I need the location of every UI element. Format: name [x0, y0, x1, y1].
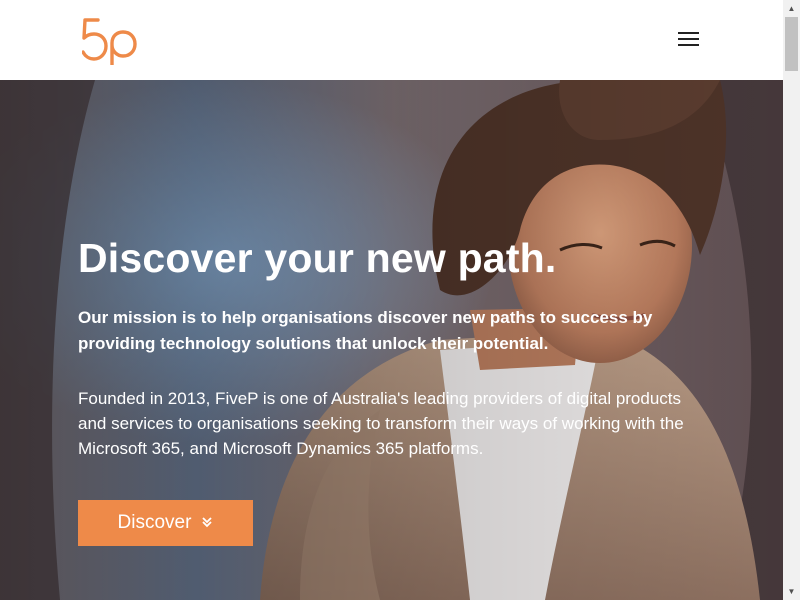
hamburger-menu-icon[interactable] [678, 31, 700, 47]
menu-bar-bottom [678, 44, 699, 46]
mission-statement: Our mission is to help organisations dis… [78, 308, 653, 353]
company-description: Founded in 2013, FiveP is one of Austral… [78, 389, 684, 458]
menu-bar-middle [678, 38, 699, 40]
discover-button[interactable]: Discover [78, 500, 253, 546]
fivep-logo[interactable]: 5p [82, 15, 140, 65]
hero-title: Discover your new path. [78, 235, 557, 281]
scroll-down-arrow-icon[interactable]: ▼ [783, 583, 800, 600]
site-header: 5p [0, 0, 783, 80]
vertical-scrollbar[interactable]: ▲ ▼ [783, 0, 800, 600]
hero-section: Discover your new path. Our mission is t… [0, 80, 783, 600]
double-chevron-down-icon [201, 516, 213, 530]
scroll-up-arrow-icon[interactable]: ▲ [783, 0, 800, 17]
discover-button-label: Discover [117, 512, 192, 533]
menu-bar-top [678, 32, 699, 34]
scrollbar-thumb[interactable] [785, 17, 798, 71]
